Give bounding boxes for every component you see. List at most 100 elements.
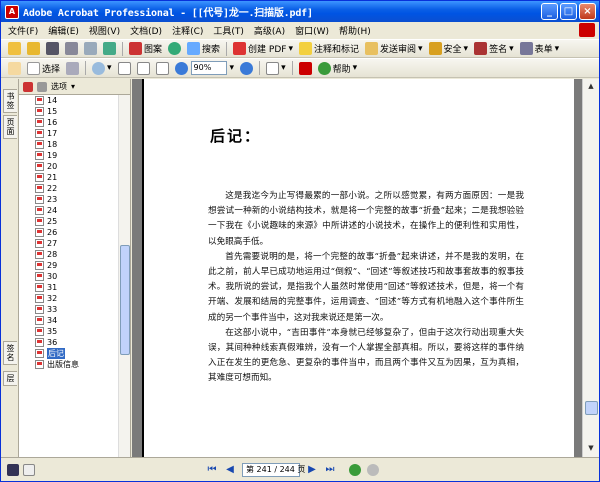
- close-button[interactable]: ×: [579, 3, 596, 20]
- sign-button[interactable]: 签名 ▾: [471, 41, 517, 57]
- bookmark-page-icon: [35, 305, 44, 314]
- bookmark-item[interactable]: 24: [19, 205, 119, 216]
- secure-button[interactable]: 安全 ▾: [426, 41, 472, 57]
- bookmark-item[interactable]: 32: [19, 293, 119, 304]
- maximize-button[interactable]: □: [560, 3, 577, 20]
- menu-view[interactable]: 视图(V): [84, 24, 125, 37]
- previous-view-icon[interactable]: [349, 463, 361, 476]
- bookmark-item[interactable]: 31: [19, 282, 119, 293]
- bookmark-item[interactable]: 29: [19, 260, 119, 271]
- bookmark-item[interactable]: 后记: [19, 348, 119, 359]
- bookmark-item[interactable]: 14: [19, 95, 119, 106]
- page-thumbnail-icon[interactable]: [7, 463, 19, 476]
- tab-pages[interactable]: 页面: [3, 115, 17, 139]
- bookmark-page-icon: [35, 151, 44, 160]
- bookmark-item[interactable]: 出版信息: [19, 359, 119, 370]
- bookmark-item[interactable]: 21: [19, 172, 119, 183]
- bookmark-item[interactable]: 17: [19, 128, 119, 139]
- actual-size-button[interactable]: [115, 60, 134, 76]
- open-button[interactable]: [24, 41, 43, 57]
- scroll-down-icon[interactable]: ▼: [586, 444, 596, 454]
- print-button[interactable]: [62, 41, 81, 57]
- fit-page-button[interactable]: [134, 60, 153, 76]
- bookmark-item[interactable]: 16: [19, 117, 119, 128]
- create-pdf-button[interactable]: 创建 PDF ▾: [230, 41, 296, 57]
- menu-tools[interactable]: 工具(T): [208, 24, 249, 37]
- email-button[interactable]: [81, 41, 100, 57]
- globe-icon: [168, 42, 182, 55]
- bookmark-page-icon: [35, 173, 44, 182]
- bookmark-page-icon: [35, 294, 44, 303]
- email-icon: [84, 42, 97, 55]
- tab-bookmarks[interactable]: 书签: [3, 89, 17, 113]
- bookmark-item[interactable]: 35: [19, 326, 119, 337]
- yahoo-button[interactable]: [296, 60, 315, 76]
- next-view-icon[interactable]: [367, 463, 379, 476]
- bookmark-label: 23: [47, 195, 58, 204]
- forms-button[interactable]: 表单 ▾: [517, 41, 563, 57]
- page-layout-button[interactable]: ▾: [263, 60, 289, 76]
- bookmark-item[interactable]: 19: [19, 150, 119, 161]
- zoom-tool-button[interactable]: ▾: [89, 60, 115, 76]
- bookmark-item[interactable]: 27: [19, 238, 119, 249]
- document-scrollbar[interactable]: ▲ ▼: [582, 79, 599, 457]
- attach-button[interactable]: [100, 41, 119, 57]
- search-button[interactable]: 搜索: [184, 41, 223, 57]
- first-page-icon[interactable]: ⏮: [205, 463, 219, 477]
- zoom-input[interactable]: 90%: [190, 61, 227, 75]
- bookmark-label: 34: [47, 316, 58, 325]
- next-page-icon[interactable]: ▶: [305, 463, 319, 477]
- bookmark-scrollbar[interactable]: [118, 95, 130, 457]
- save-button[interactable]: [43, 41, 62, 57]
- bookmark-item[interactable]: 25: [19, 216, 119, 227]
- tab-layers[interactable]: 层: [3, 371, 17, 386]
- document-close-icon[interactable]: [579, 23, 595, 37]
- page-number-field[interactable]: 第 241 / 244 页: [242, 462, 305, 477]
- menu-edit[interactable]: 编辑(E): [43, 24, 84, 37]
- page-size-icon[interactable]: [23, 463, 35, 476]
- title-bar[interactable]: A Adobe Acrobat Professional - [[代号]龙一.扫…: [1, 1, 599, 22]
- bookmark-item[interactable]: 22: [19, 183, 119, 194]
- help-button[interactable]: 帮助 ▾: [315, 60, 361, 76]
- menu-window[interactable]: 窗口(W): [290, 24, 334, 37]
- comment-button[interactable]: 注释和标记: [296, 41, 362, 57]
- previous-page-icon[interactable]: ◀: [223, 463, 237, 477]
- snapshot-button[interactable]: [63, 60, 82, 76]
- options-menu[interactable]: 选项: [51, 81, 67, 92]
- bookmark-item[interactable]: 20: [19, 161, 119, 172]
- bookmark-item[interactable]: 26: [19, 227, 119, 238]
- fit-width-button[interactable]: [153, 60, 172, 76]
- bookmark-item[interactable]: 23: [19, 194, 119, 205]
- document-scroll-thumb[interactable]: [585, 401, 598, 415]
- menu-help[interactable]: 帮助(H): [334, 24, 376, 37]
- create-button[interactable]: [5, 41, 24, 57]
- scroll-up-icon[interactable]: ▲: [586, 82, 596, 92]
- bookmark-item[interactable]: 15: [19, 106, 119, 117]
- document-view[interactable]: 后记： 这是我迄今为止写得最累的一部小说。之所以感觉累，有两方面原因：一是我想尝…: [132, 79, 582, 457]
- image-button[interactable]: 图案: [126, 41, 165, 57]
- globe-button[interactable]: [165, 41, 184, 57]
- bookmark-item[interactable]: 30: [19, 271, 119, 282]
- bookmark-item[interactable]: 33: [19, 304, 119, 315]
- bookmark-item[interactable]: 28: [19, 249, 119, 260]
- delete-bookmark-icon[interactable]: [37, 81, 47, 92]
- zoom-out-button[interactable]: [172, 60, 191, 76]
- bookmark-item[interactable]: 34: [19, 315, 119, 326]
- bookmark-label: 26: [47, 228, 58, 237]
- menu-document[interactable]: 文档(D): [125, 24, 167, 37]
- zoom-in-button[interactable]: [237, 60, 256, 76]
- bookmark-scroll-thumb[interactable]: [120, 245, 130, 355]
- zoom-dropdown[interactable]: ▾: [227, 60, 238, 76]
- menu-file[interactable]: 文件(F): [3, 24, 43, 37]
- select-tool-button[interactable]: 选择: [24, 60, 63, 76]
- tab-signatures[interactable]: 签名: [3, 341, 17, 365]
- bookmark-item[interactable]: 18: [19, 139, 119, 150]
- send-review-button[interactable]: 发送审阅 ▾: [362, 41, 426, 57]
- new-bookmark-icon[interactable]: [23, 81, 33, 92]
- hand-tool-button[interactable]: [5, 60, 24, 76]
- last-page-icon[interactable]: ⏭: [323, 463, 337, 477]
- menu-advanced[interactable]: 高级(A): [249, 24, 290, 37]
- menu-comments[interactable]: 注释(C): [167, 24, 208, 37]
- minimize-button[interactable]: _: [541, 3, 558, 20]
- bookmark-item[interactable]: 36: [19, 337, 119, 348]
